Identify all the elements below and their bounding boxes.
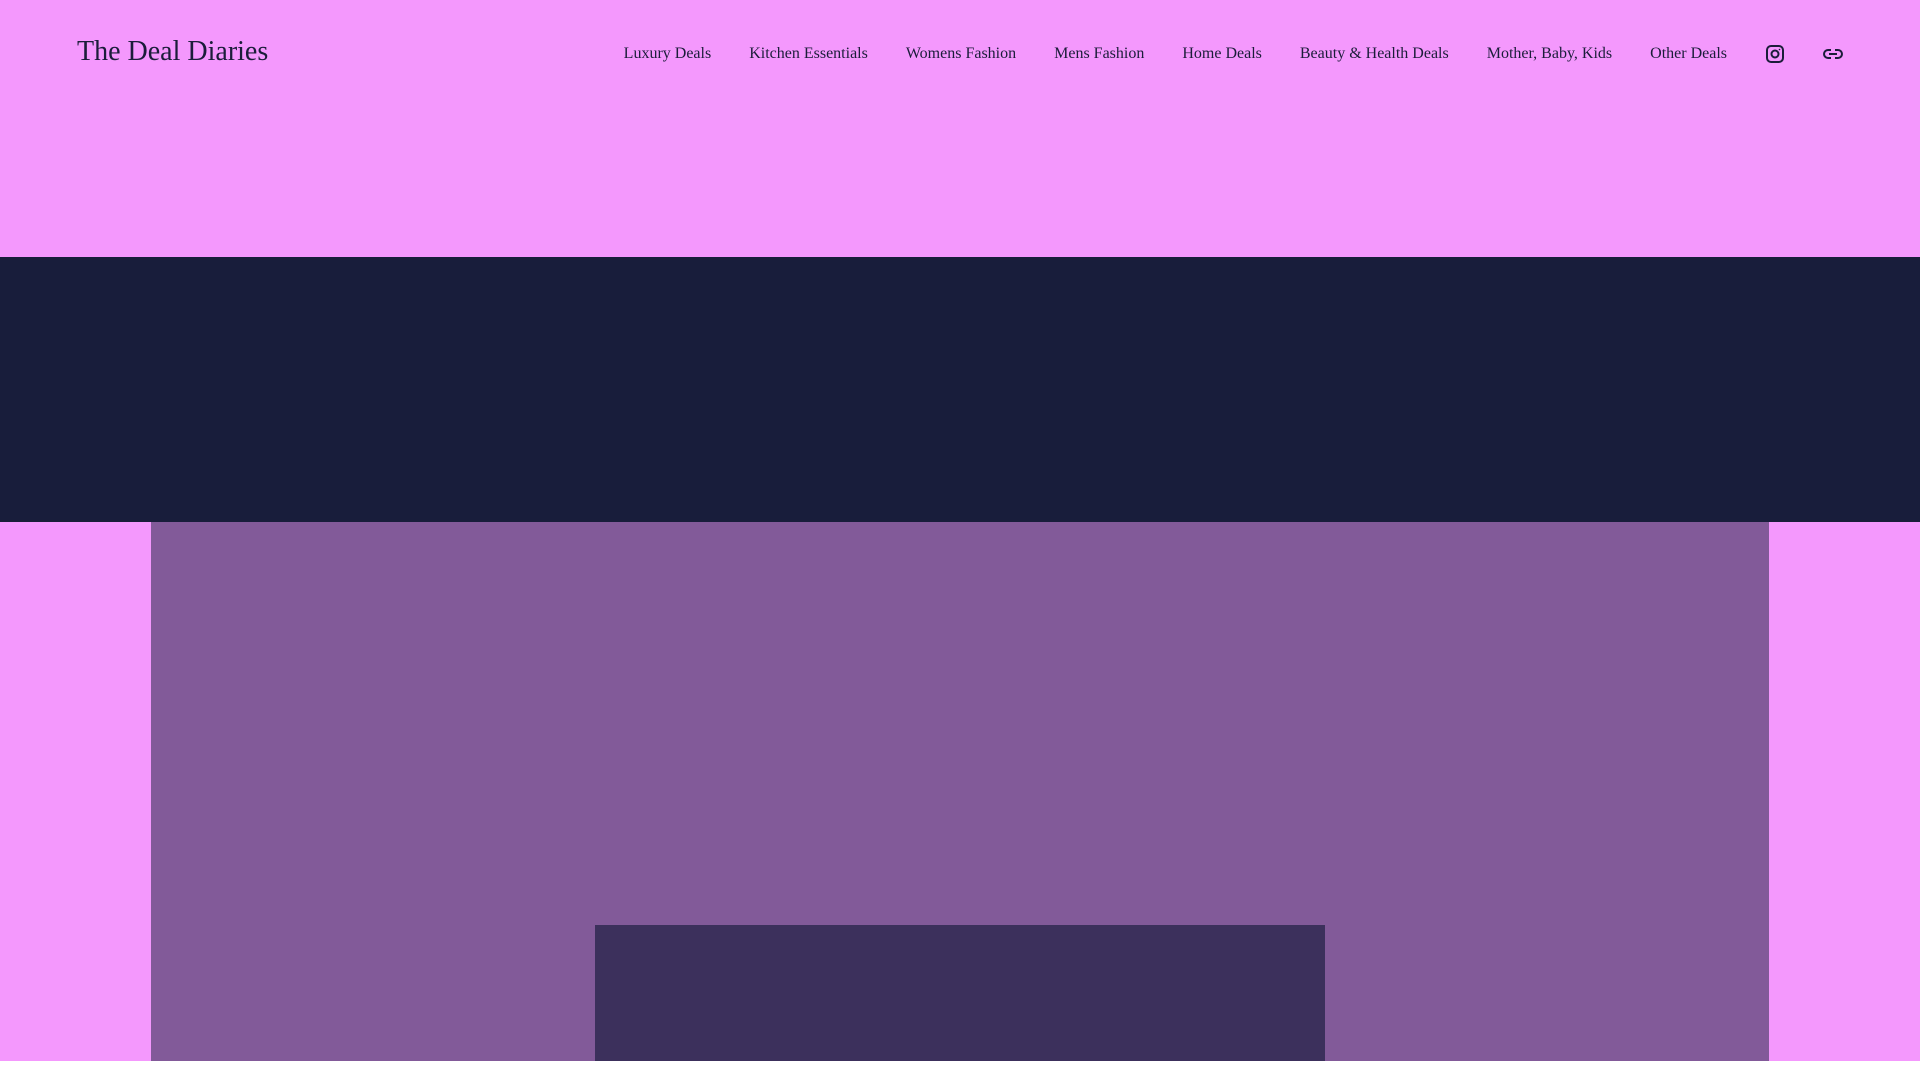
nav-kitchen-essentials[interactable]: Kitchen Essentials <box>749 45 868 63</box>
instagram-icon[interactable] <box>1765 44 1785 64</box>
nav-other-deals[interactable]: Other Deals <box>1650 45 1727 63</box>
left-margin <box>0 522 151 1061</box>
link-icon[interactable] <box>1823 44 1843 64</box>
site-title[interactable]: The Deal Diaries <box>77 36 268 68</box>
site-header: The Deal Diaries Luxury Deals Kitchen Es… <box>0 0 1920 257</box>
hero-band <box>0 257 1920 522</box>
nav-mother-baby-kids[interactable]: Mother, Baby, Kids <box>1487 45 1612 63</box>
main-nav: Luxury Deals Kitchen Essentials Womens F… <box>624 44 1920 64</box>
nav-womens-fashion[interactable]: Womens Fashion <box>906 45 1016 63</box>
nav-mens-fashion[interactable]: Mens Fashion <box>1054 45 1144 63</box>
inner-card <box>595 925 1325 1061</box>
nav-beauty-health-deals[interactable]: Beauty & Health Deals <box>1300 45 1449 63</box>
nav-luxury-deals[interactable]: Luxury Deals <box>624 45 712 63</box>
right-margin <box>1769 522 1920 1061</box>
nav-home-deals[interactable]: Home Deals <box>1182 45 1262 63</box>
